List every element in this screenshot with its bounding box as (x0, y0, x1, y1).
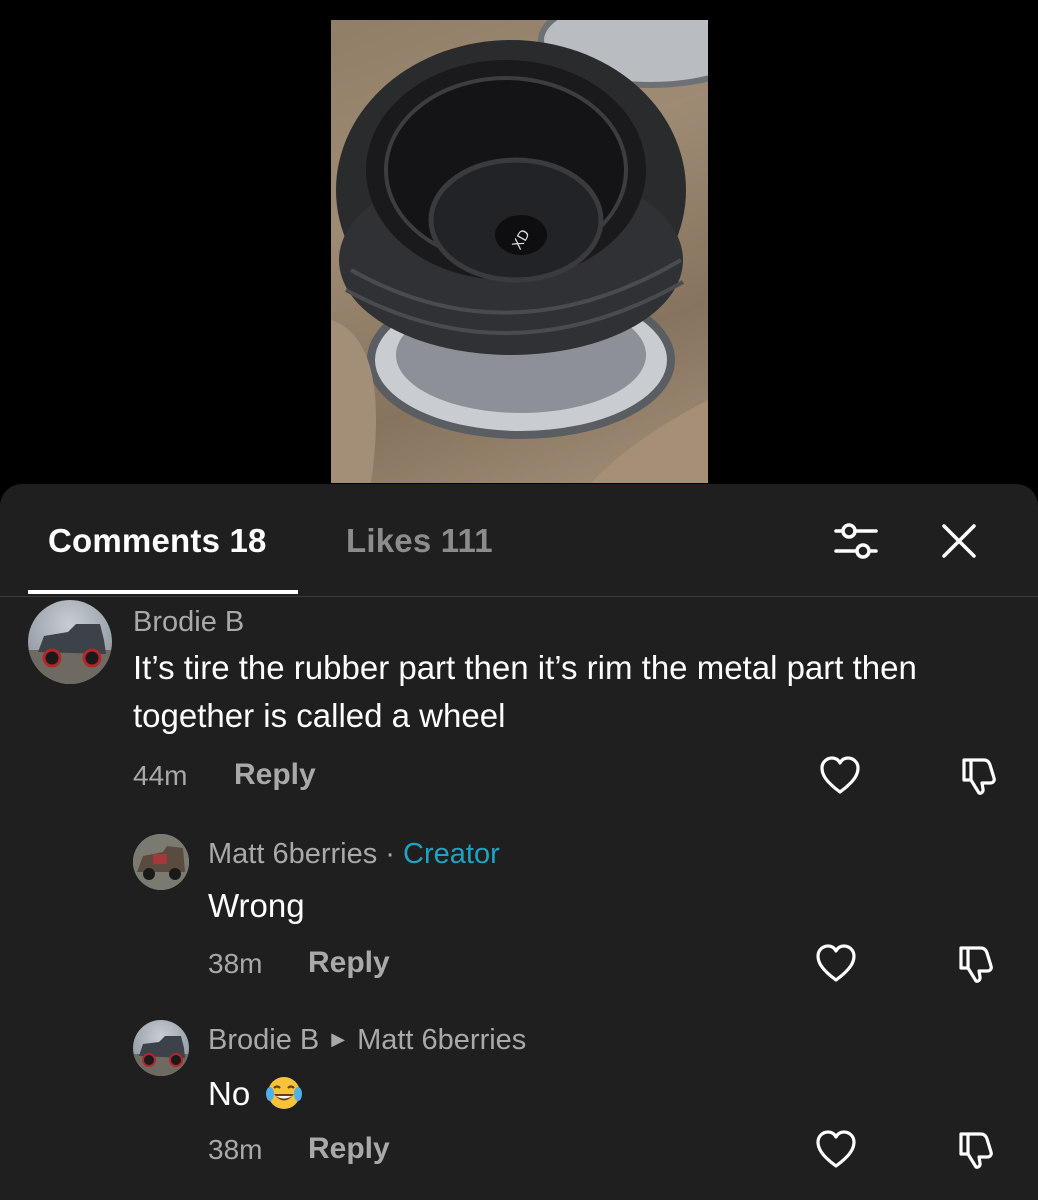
laughing-crying-emoji-icon (265, 1074, 303, 1112)
reply-to-author[interactable]: Matt 6berries (357, 1024, 526, 1056)
tab-comments[interactable]: Comments 18 (48, 522, 267, 560)
sliders-icon[interactable] (832, 520, 880, 562)
avatar[interactable] (133, 1020, 189, 1076)
comment-item: Brodie B It’s tire the rubber part then … (0, 600, 1038, 800)
reply-item: Matt 6berries · Creator Wrong 38m Reply (0, 834, 1038, 984)
heart-icon[interactable] (815, 944, 857, 984)
comment-author[interactable]: Brodie B (208, 1024, 319, 1056)
comment-time: 38m (208, 948, 263, 979)
reply-button[interactable]: Reply (308, 1132, 390, 1166)
comment-author[interactable]: Brodie B (133, 606, 244, 639)
close-icon[interactable] (938, 520, 980, 562)
comment-author[interactable]: Matt 6berries (208, 838, 377, 870)
active-tab-indicator (28, 590, 298, 594)
video-thumbnail: XD (331, 20, 708, 483)
tab-bar: Comments 18 Likes 111 (0, 484, 1038, 597)
comment-author-line: Matt 6berries · Creator (208, 838, 500, 871)
thumbs-down-icon[interactable] (955, 1130, 997, 1170)
reply-item: Brodie B ▶ Matt 6berries No 38m Reply (0, 1020, 1038, 1170)
comment-text-line: No (208, 1070, 303, 1118)
reply-arrow-icon: ▶ (331, 1029, 346, 1049)
comments-sheet: Comments 18 Likes 111 Brodie B It’s tire… (0, 484, 1038, 1200)
video-player[interactable]: XD (0, 0, 1038, 490)
thumbs-down-icon[interactable] (955, 944, 997, 984)
reply-button[interactable]: Reply (308, 946, 390, 980)
comment-time: 38m (208, 1134, 263, 1165)
tab-likes[interactable]: Likes 111 (346, 522, 493, 560)
heart-icon[interactable] (815, 1130, 857, 1170)
avatar[interactable] (28, 600, 112, 684)
comment-text: It’s tire the rubber part then it’s rim … (133, 649, 917, 734)
comment-time: 44m (133, 760, 188, 791)
comment-author-line: Brodie B ▶ Matt 6berries (208, 1024, 526, 1057)
comment-text: No (208, 1075, 251, 1112)
creator-badge: Creator (403, 838, 500, 870)
comment-text: Wrong (208, 887, 305, 924)
separator-dot: · (385, 838, 395, 870)
reply-button[interactable]: Reply (234, 758, 316, 792)
heart-icon[interactable] (819, 756, 861, 796)
thumbs-down-icon[interactable] (958, 756, 1000, 796)
avatar[interactable] (133, 834, 189, 890)
